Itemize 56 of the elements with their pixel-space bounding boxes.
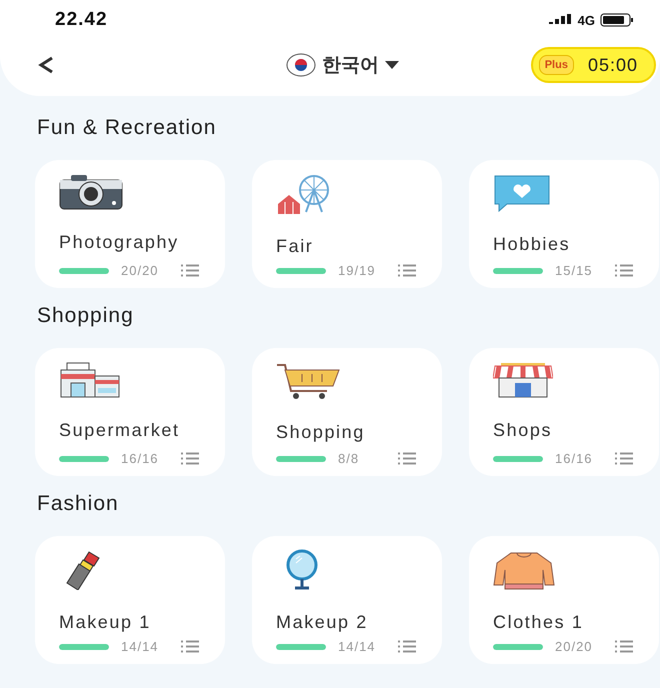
section-title: Shopping xyxy=(37,304,135,328)
progress-count: 15/15 xyxy=(555,263,594,278)
list-icon[interactable] xyxy=(398,264,416,277)
topic-title: Fair xyxy=(276,236,314,258)
progress-count: 16/16 xyxy=(121,451,160,466)
flag-icon xyxy=(286,53,316,77)
chat-heart-icon xyxy=(493,174,551,212)
progress-count: 8/8 xyxy=(338,451,360,466)
camera-icon xyxy=(59,174,123,210)
plus-badge: Plus xyxy=(538,55,574,75)
language-selector[interactable]: 한국어 xyxy=(286,52,399,78)
topic-card[interactable]: Hobbies 15/15 xyxy=(469,160,659,288)
caret-icon xyxy=(384,61,399,69)
topic-title: Makeup 1 xyxy=(59,612,152,634)
section-title: Fashion xyxy=(37,492,120,516)
list-icon[interactable] xyxy=(181,264,199,277)
topic-title: Clothes 1 xyxy=(493,612,584,634)
topic-card[interactable]: Shops 16/16 xyxy=(469,348,659,476)
topic-title: Shops xyxy=(493,420,554,442)
signal-icon xyxy=(548,14,573,26)
topic-title: Photography xyxy=(59,232,180,254)
list-icon[interactable] xyxy=(398,452,416,465)
topic-title: Hobbies xyxy=(493,234,572,256)
list-icon[interactable] xyxy=(615,264,633,277)
topic-card[interactable]: Clothes 1 20/20 xyxy=(469,536,659,664)
progress-count: 20/20 xyxy=(121,263,160,278)
sweater-icon xyxy=(493,550,555,590)
topic-card[interactable]: Shopping 8/8 xyxy=(252,348,442,476)
network-label: 4G xyxy=(578,12,595,28)
topic-title: Makeup 2 xyxy=(276,612,369,634)
timer-label: 05:00 xyxy=(588,54,638,76)
shop-icon xyxy=(493,362,553,398)
topic-title: Supermarket xyxy=(59,420,181,442)
shopping-cart-icon xyxy=(276,362,340,400)
progress-count: 16/16 xyxy=(555,451,594,466)
back-icon[interactable] xyxy=(38,56,54,74)
battery-icon xyxy=(600,13,634,27)
list-icon[interactable] xyxy=(181,452,199,465)
progress-count: 19/19 xyxy=(338,263,377,278)
list-icon[interactable] xyxy=(398,640,416,653)
list-icon[interactable] xyxy=(615,640,633,653)
topic-card[interactable]: Supermarket 16/16 xyxy=(35,348,225,476)
status-time: 22.42 xyxy=(55,9,108,31)
topic-card[interactable]: Fair 19/19 xyxy=(252,160,442,288)
plus-timer-pill[interactable]: Plus 05:00 xyxy=(530,47,656,83)
section-title: Fun & Recreation xyxy=(37,116,218,140)
topic-card[interactable]: Makeup 1 14/14 xyxy=(35,536,225,664)
list-icon[interactable] xyxy=(181,640,199,653)
topic-card[interactable]: Makeup 2 14/14 xyxy=(252,536,442,664)
progress-count: 14/14 xyxy=(121,639,160,654)
progress-count: 20/20 xyxy=(555,639,594,654)
progress-count: 14/14 xyxy=(338,639,377,654)
topic-card[interactable]: Photography 20/20 xyxy=(35,160,225,288)
store-icon xyxy=(59,362,121,398)
topic-title: Shopping xyxy=(276,422,366,444)
list-icon[interactable] xyxy=(615,452,633,465)
